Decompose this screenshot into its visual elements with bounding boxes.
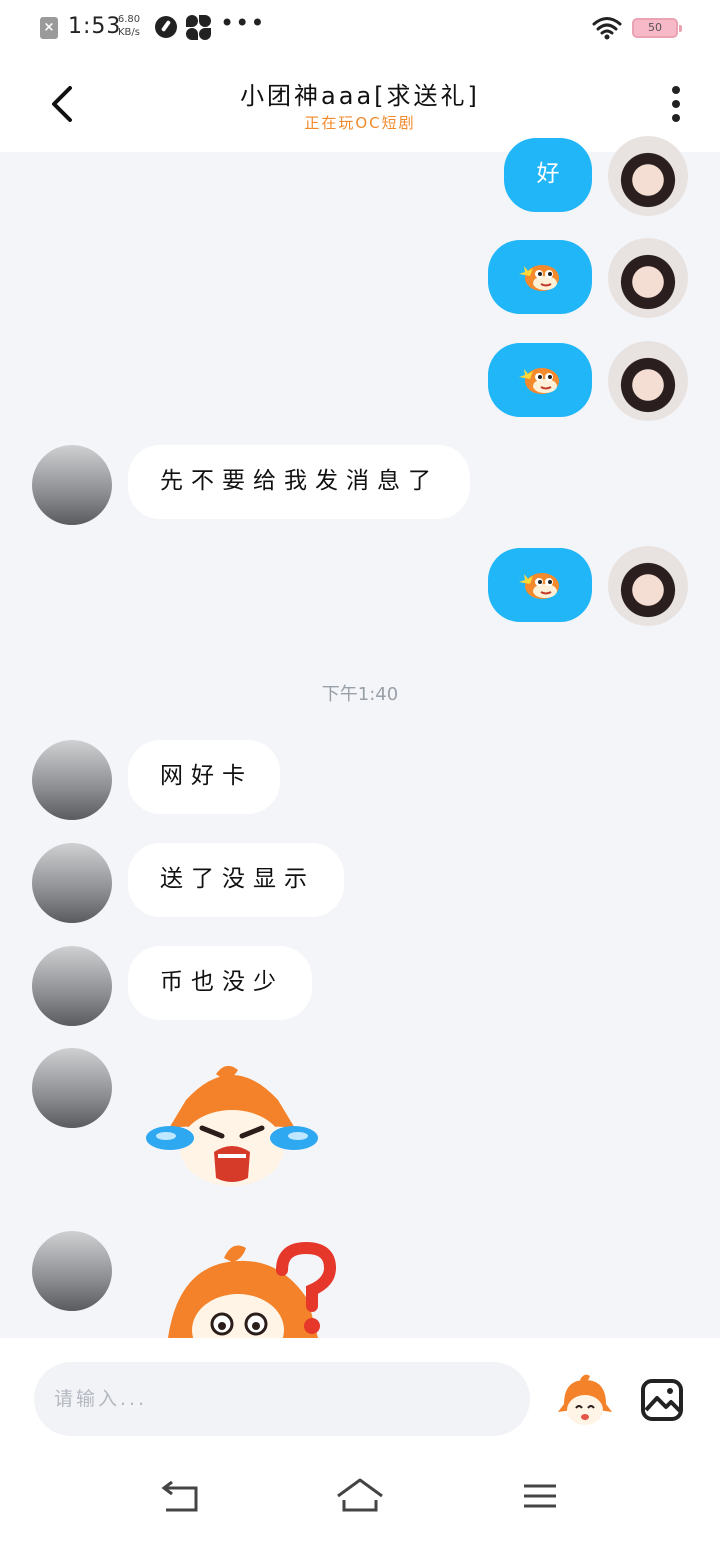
- message-bubble-received[interactable]: 币也没少: [128, 946, 312, 1020]
- contact-avatar[interactable]: [32, 843, 112, 923]
- self-avatar[interactable]: [608, 546, 688, 626]
- app-notification-icon: [155, 16, 177, 38]
- confused-mascot-sticker[interactable]: [158, 1240, 342, 1338]
- message-text: 币也没少: [160, 969, 284, 995]
- status-bar: × 1:53 6.80 KB/s ••• 50: [0, 0, 720, 56]
- message-input-bar: [0, 1338, 720, 1544]
- contact-avatar[interactable]: [32, 946, 112, 1026]
- message-bubble-received[interactable]: 网好卡: [128, 740, 280, 814]
- contact-avatar[interactable]: [32, 445, 112, 525]
- wifi-icon: [592, 17, 622, 40]
- more-vertical-icon[interactable]: [664, 84, 688, 124]
- fish-emoji-icon: [519, 573, 559, 599]
- chat-subtitle: 正在玩OC短剧: [304, 114, 416, 132]
- message-timestamp: 下午1:40: [321, 684, 399, 705]
- message-bubble-received[interactable]: 送了没显示: [128, 843, 344, 917]
- contact-avatar[interactable]: [32, 740, 112, 820]
- network-speed: 6.80 KB/s: [114, 13, 144, 39]
- message-bubble-sent[interactable]: [488, 548, 592, 622]
- self-avatar[interactable]: [608, 136, 688, 216]
- network-speed-value: 6.80: [117, 14, 141, 25]
- notification-close-icon: ×: [40, 17, 58, 39]
- nav-menu-icon[interactable]: [510, 1466, 570, 1526]
- image-icon[interactable]: [640, 1378, 684, 1422]
- message-text: 送了没显示: [160, 866, 315, 892]
- nav-back-icon[interactable]: [150, 1466, 210, 1526]
- self-avatar[interactable]: [608, 238, 688, 318]
- message-text: 先不要给我发消息了: [160, 468, 439, 494]
- crying-mascot-sticker[interactable]: [146, 1060, 318, 1190]
- self-avatar[interactable]: [608, 341, 688, 421]
- emoji-mascot-icon[interactable]: [554, 1372, 616, 1430]
- fish-emoji-icon: [519, 265, 559, 291]
- nav-home-icon[interactable]: [330, 1466, 390, 1526]
- battery-icon: 50: [632, 18, 682, 38]
- network-speed-unit: KB/s: [118, 27, 140, 38]
- chat-header: 小团神aaa[求送礼] 正在玩OC短剧: [0, 56, 720, 152]
- message-input[interactable]: [34, 1362, 530, 1436]
- chat-title: 小团神aaa[求送礼]: [240, 82, 480, 110]
- more-notifications-icon: •••: [220, 9, 266, 37]
- fish-emoji-icon: [519, 368, 559, 394]
- contact-avatar[interactable]: [32, 1231, 112, 1311]
- message-bubble-sent[interactable]: [488, 343, 592, 417]
- message-text: 好: [536, 161, 560, 187]
- contact-avatar[interactable]: [32, 1048, 112, 1128]
- message-bubble-sent[interactable]: 好: [504, 138, 592, 212]
- message-bubble-sent[interactable]: [488, 240, 592, 314]
- message-bubble-received[interactable]: 先不要给我发消息了: [128, 445, 470, 519]
- message-text: 网好卡: [160, 763, 253, 789]
- fan-notification-icon: [186, 15, 212, 41]
